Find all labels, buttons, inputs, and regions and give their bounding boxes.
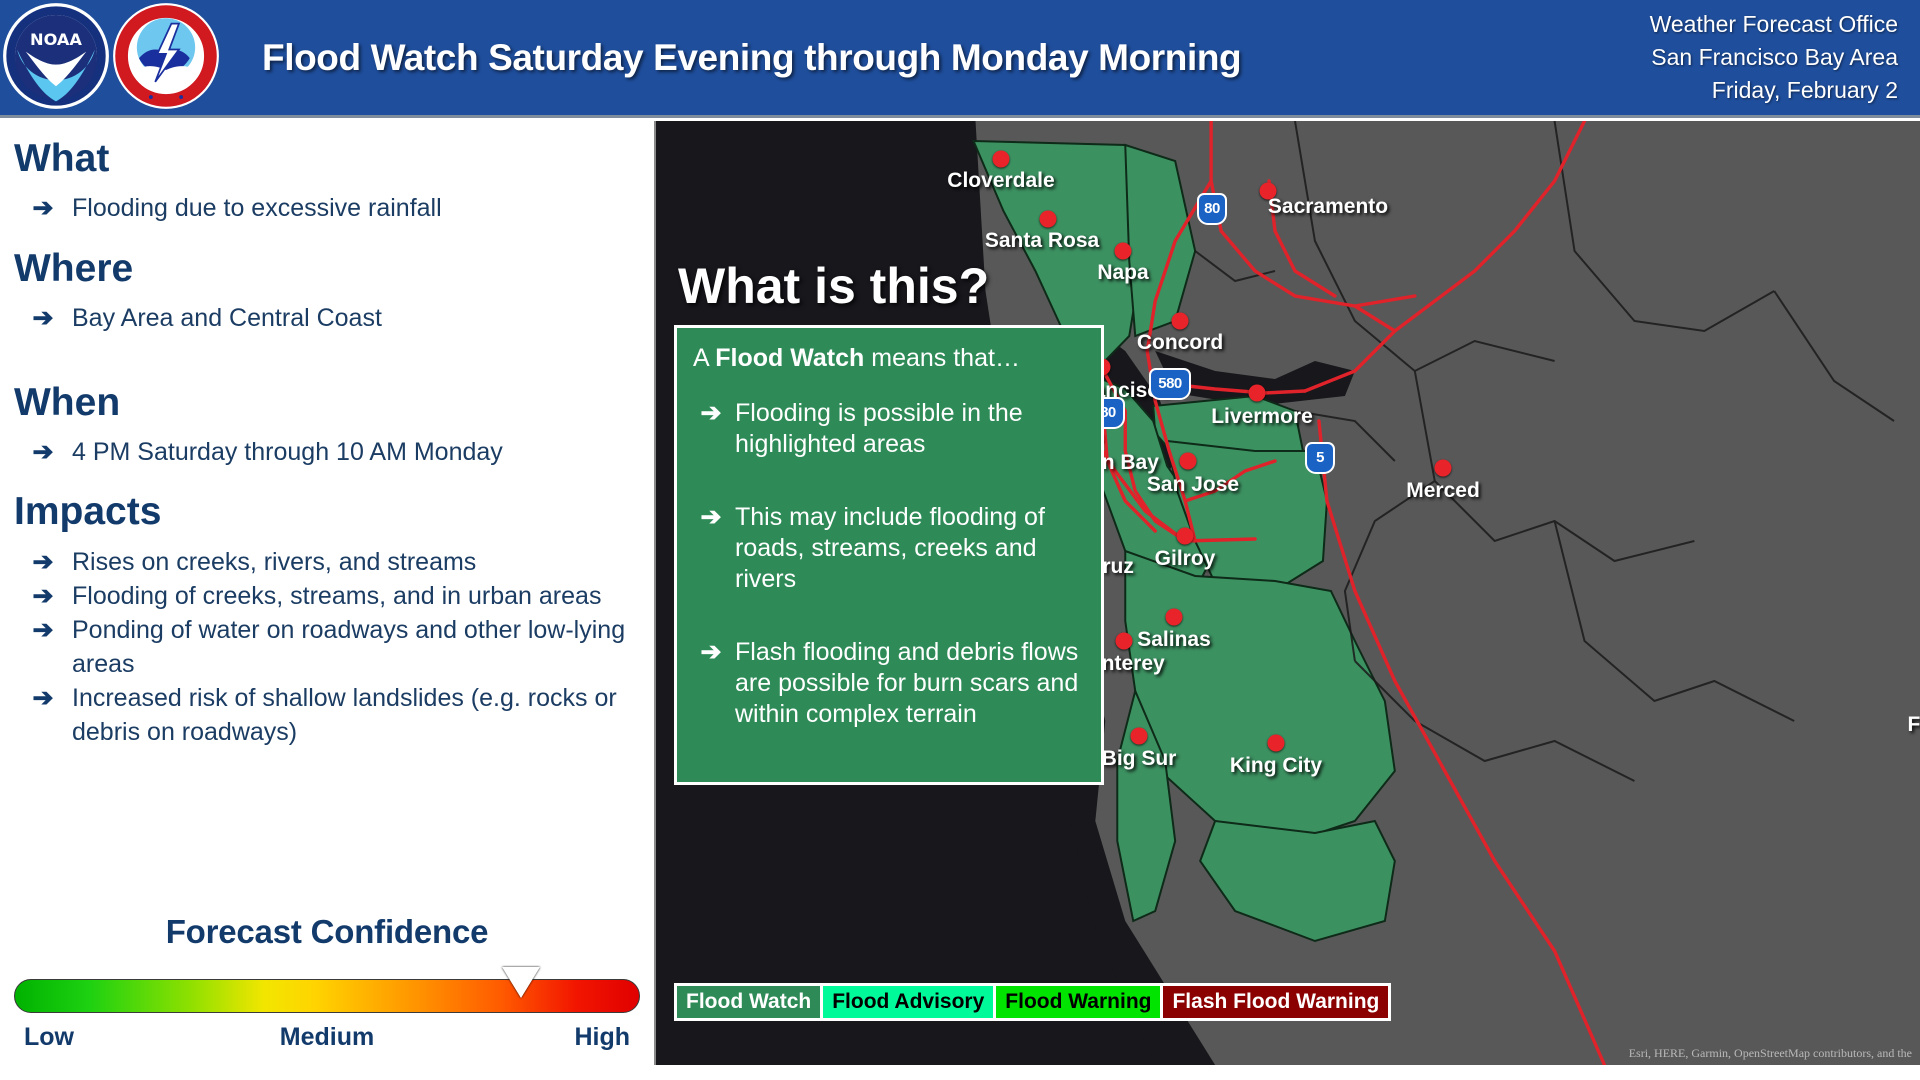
list-item-label: Ponding of water on roadways and other l…: [72, 616, 626, 678]
city-dot-santa-rosa: [1039, 210, 1057, 228]
legend-item-flood-warning: Flood Warning: [996, 986, 1164, 1018]
list-item-label: This may include flooding of roads, stre…: [735, 503, 1045, 593]
what-is-this-lead: A Flood Watch means that…: [687, 342, 1089, 374]
list-item-label: Flooding of creeks, streams, and in urba…: [72, 582, 602, 610]
section-heading-when: When: [14, 381, 121, 424]
section-heading-what: What: [14, 137, 110, 180]
list-item: ➔ Flooding is possible in the highlighte…: [687, 398, 1089, 460]
arrow-icon: ➔: [32, 548, 54, 576]
list-item: ➔ Ponding of water on roadways and other…: [14, 613, 662, 681]
list-item-label: Flooding is possible in the highlighted …: [735, 399, 1023, 458]
confidence-scale: [14, 967, 640, 1015]
lead-suffix: means that…: [864, 344, 1020, 372]
list-item: ➔ Bay Area and Central Coast: [14, 301, 650, 335]
lead-prefix: A: [693, 344, 716, 372]
arrow-icon: ➔: [32, 304, 54, 332]
interstate-shield-580: 580: [1149, 368, 1191, 400]
confidence-scale-labels: Low Medium High: [14, 1023, 640, 1057]
hazard-legend: Flood Watch Flood Advisory Flood Warning…: [674, 983, 1392, 1021]
page-header: NOAA Flood Watch Saturday Evening throug…: [0, 0, 1920, 118]
office-region: San Francisco Bay Area: [1651, 44, 1898, 70]
briefing-details-panel: What ➔ Flooding due to excessive rainfal…: [0, 121, 654, 1080]
list-item-label: Flooding due to excessive rainfall: [72, 194, 442, 222]
confidence-gradient-bar: [14, 979, 640, 1013]
arrow-icon: ➔: [32, 684, 54, 712]
confidence-label-medium: Medium: [279, 1023, 375, 1051]
shield-label: 80: [1204, 200, 1220, 217]
arrow-icon: ➔: [700, 638, 722, 666]
confidence-marker-icon: [502, 967, 541, 998]
list-item-label: Bay Area and Central Coast: [72, 304, 382, 332]
legend-item-flash-flood-warning: Flash Flood Warning: [1163, 986, 1389, 1018]
interstate-shield-80: 80: [1197, 193, 1227, 225]
city-dot-king-city: [1267, 734, 1285, 752]
office-name: Weather Forecast Office: [1649, 11, 1898, 37]
confidence-label-high: High: [574, 1023, 630, 1051]
section-list-where: ➔ Bay Area and Central Coast: [14, 301, 650, 335]
noaa-logo: NOAA: [2, 2, 110, 110]
list-item: ➔ Flooding of creeks, streams, and in ur…: [14, 579, 662, 613]
city-dot-napa: [1114, 242, 1132, 260]
list-item-label: 4 PM Saturday through 10 AM Monday: [72, 438, 503, 466]
list-item-label: Flash flooding and debris flows are poss…: [735, 638, 1079, 728]
page-title: Flood Watch Saturday Evening through Mon…: [262, 36, 1242, 78]
issue-date: Friday, February 2: [1711, 77, 1898, 103]
list-item-label: Increased risk of shallow landslides (e.…: [72, 684, 617, 746]
forecast-confidence-widget: Forecast Confidence Low Medium High: [0, 913, 654, 1057]
arrow-icon: ➔: [700, 503, 722, 531]
city-dot-sacramento: [1259, 182, 1277, 200]
city-dot-gilroy: [1176, 527, 1194, 545]
list-item: ➔ Rises on creeks, rivers, and streams: [14, 545, 662, 579]
list-item: ➔ Increased risk of shallow landslides (…: [14, 681, 662, 749]
section-list-when: ➔ 4 PM Saturday through 10 AM Monday: [14, 435, 650, 469]
national-weather-service-logo: [112, 2, 220, 110]
interstate-shield-5: 5: [1305, 442, 1335, 474]
legend-item-flood-advisory: Flood Advisory: [823, 986, 997, 1018]
map-attribution: Esri, HERE, Garmin, OpenStreetMap contri…: [1628, 1046, 1912, 1060]
shield-label: 5: [1316, 449, 1324, 466]
section-heading-impacts: Impacts: [14, 490, 162, 533]
city-dot-san-jose: [1179, 452, 1197, 470]
legend-item-flood-watch: Flood Watch: [677, 986, 824, 1018]
city-dot-big-sur: [1130, 727, 1148, 745]
hazard-map-panel[interactable]: Cloverdale Santa Rosa Napa Sacramento Co…: [654, 121, 1920, 1065]
list-item: ➔ 4 PM Saturday through 10 AM Monday: [14, 435, 650, 469]
list-item-label: Rises on creeks, rivers, and streams: [72, 548, 477, 576]
city-dot-monterey: [1115, 632, 1133, 650]
section-list-impacts: ➔ Rises on creeks, rivers, and streams ➔…: [14, 545, 662, 749]
arrow-icon: ➔: [32, 438, 54, 466]
section-list-what: ➔ Flooding due to excessive rainfall: [14, 191, 650, 225]
arrow-icon: ➔: [32, 194, 54, 222]
list-item: ➔ Flooding due to excessive rainfall: [14, 191, 650, 225]
office-info: Weather Forecast Office San Francisco Ba…: [1650, 8, 1898, 107]
city-dot-salinas: [1165, 608, 1183, 626]
svg-text:NOAA: NOAA: [30, 30, 82, 49]
confidence-label-low: Low: [24, 1023, 74, 1051]
arrow-icon: ➔: [32, 616, 54, 644]
lead-bold-term: Flood Watch: [715, 344, 865, 372]
list-item: ➔ This may include flooding of roads, st…: [687, 502, 1089, 595]
what-is-this-title: What is this?: [678, 258, 990, 314]
section-heading-where: Where: [14, 247, 134, 290]
confidence-title: Forecast Confidence: [165, 913, 489, 950]
city-dot-livermore: [1248, 384, 1266, 402]
what-is-this-box: A Flood Watch means that… ➔ Flooding is …: [674, 325, 1104, 785]
city-dot-concord: [1171, 312, 1189, 330]
city-dot-cloverdale: [992, 150, 1010, 168]
city-dot-merced: [1434, 459, 1452, 477]
arrow-icon: ➔: [32, 582, 54, 610]
list-item: ➔ Flash flooding and debris flows are po…: [687, 637, 1089, 730]
arrow-icon: ➔: [700, 399, 722, 427]
shield-label: 580: [1158, 375, 1182, 392]
